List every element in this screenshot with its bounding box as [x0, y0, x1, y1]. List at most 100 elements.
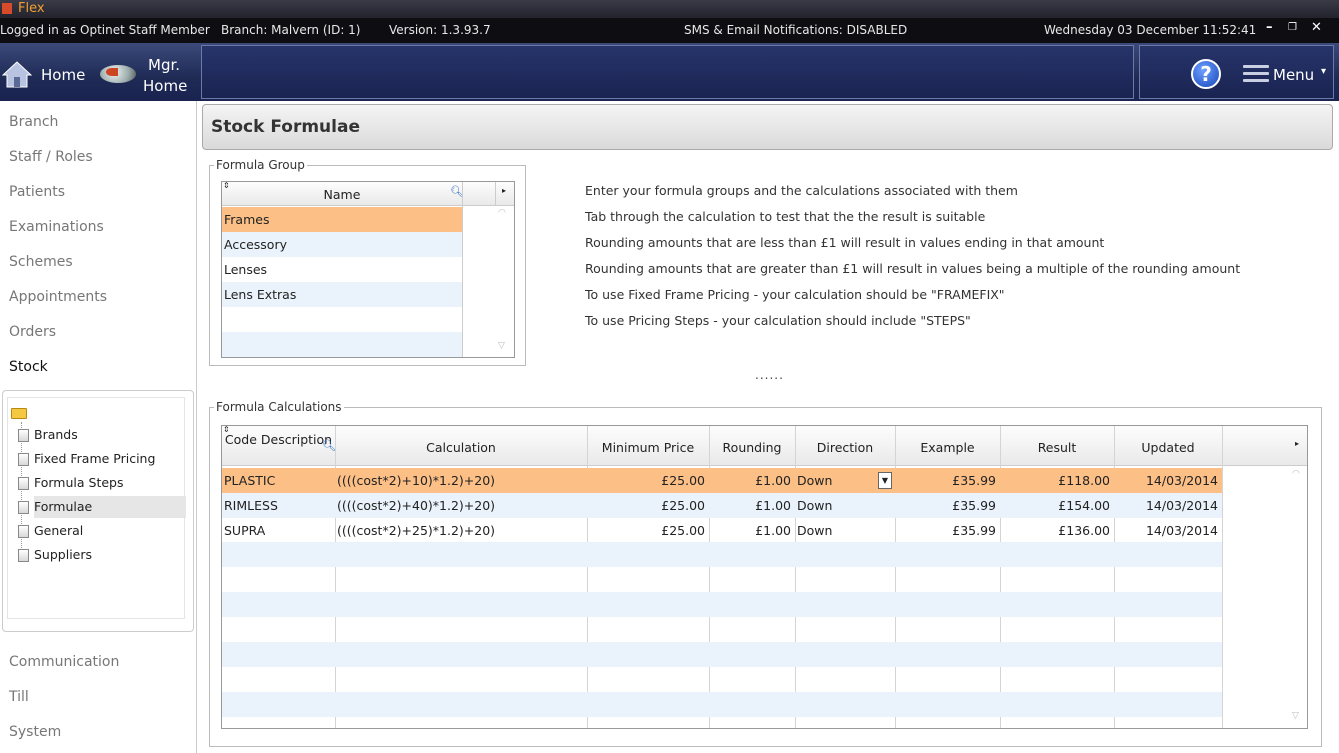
- calculation-cell[interactable]: ((((cost*2)+40)*1.2)+20): [337, 498, 495, 513]
- close-icon[interactable]: ✕: [1311, 20, 1322, 35]
- tree-item-formulae[interactable]: Formulae: [18, 496, 186, 518]
- tree-item-general[interactable]: General: [18, 520, 186, 542]
- sidebar-item-branch[interactable]: Branch: [9, 114, 58, 130]
- updated-header[interactable]: Updated: [1114, 440, 1222, 455]
- example-header[interactable]: Example: [895, 440, 1000, 455]
- sidebar-item-orders[interactable]: Orders: [9, 324, 56, 340]
- scroll-down-icon[interactable]: ▽: [498, 341, 505, 351]
- menu-icon[interactable]: [1237, 62, 1269, 88]
- document-icon: [18, 477, 29, 490]
- example-cell[interactable]: £35.99: [895, 473, 996, 488]
- direction-dropdown-chevron-down-icon[interactable]: ▼: [878, 472, 892, 489]
- list-item-label: Frames: [224, 212, 270, 227]
- splitter-handle[interactable]: ......: [755, 368, 784, 382]
- result-cell: £118.00: [1058, 473, 1110, 488]
- stock-subpanel: Brands Fixed Frame Pricing Formula Steps…: [2, 390, 194, 632]
- sidebar-item-patients[interactable]: Patients: [9, 184, 65, 200]
- direction-cell[interactable]: Down: [797, 473, 832, 488]
- table-row: [222, 642, 1222, 667]
- nav-center-panel: [201, 45, 1134, 99]
- table-row[interactable]: SUPRA ((((cost*2)+25)*1.2)+20) £25.00 £1…: [222, 518, 1222, 543]
- example-cell[interactable]: £35.99: [895, 498, 996, 513]
- tree-item-label: Formula Steps: [34, 475, 124, 490]
- direction-cell[interactable]: Down: [797, 523, 832, 538]
- table-row[interactable]: PLASTIC ((((cost*2)+10)*1.2)+20) £25.00 …: [222, 468, 1222, 493]
- direction-header[interactable]: Direction: [795, 440, 895, 455]
- table-row: [222, 542, 1222, 567]
- document-icon: [18, 549, 29, 562]
- minimum-price-cell[interactable]: £25.00: [587, 473, 705, 488]
- scroll-up-icon[interactable]: ◠: [498, 208, 506, 218]
- tree-item-suppliers[interactable]: Suppliers: [18, 544, 186, 566]
- rounding-cell[interactable]: £1.00: [709, 498, 791, 513]
- app-title: Flex: [18, 1, 45, 16]
- grid-header: ⇕ Code Description 🔍︎ Calculation Minimu…: [222, 426, 1307, 466]
- formula-calculations-panel: Formula Calculations ⇕ Code Description …: [209, 400, 1322, 747]
- name-column-header[interactable]: Name: [222, 187, 462, 202]
- example-cell[interactable]: £35.99: [895, 523, 996, 538]
- code-cell: RIMLESS: [224, 498, 278, 513]
- list-item-label: Lenses: [224, 262, 268, 277]
- sidebar-item-appointments[interactable]: Appointments: [9, 289, 107, 305]
- app-icon: [2, 3, 12, 14]
- list-item[interactable]: Frames: [222, 207, 462, 232]
- sidebar-item-communication[interactable]: Communication: [9, 654, 119, 670]
- rounding-header[interactable]: Rounding: [709, 440, 795, 455]
- scroll-down-icon[interactable]: ▽: [1292, 711, 1299, 721]
- scroll-up-icon[interactable]: ◠: [1292, 469, 1300, 479]
- version-text: Version: 1.3.93.7: [389, 23, 491, 37]
- sidebar-item-till[interactable]: Till: [9, 689, 29, 705]
- result-cell: £154.00: [1058, 498, 1110, 513]
- datetime-text: Wednesday 03 December 11:52:41: [1044, 23, 1257, 37]
- table-row[interactable]: RIMLESS ((((cost*2)+40)*1.2)+20) £25.00 …: [222, 493, 1222, 518]
- minimize-icon[interactable]: –: [1266, 20, 1273, 35]
- updated-cell: 14/03/2014: [1145, 498, 1218, 513]
- page-header: Stock Formulae: [202, 104, 1333, 150]
- list-item: [222, 332, 462, 357]
- info-line: Rounding amounts that are less than £1 w…: [585, 235, 1105, 250]
- code-cell: SUPRA: [224, 523, 266, 538]
- menu-button[interactable]: Menu: [1273, 66, 1314, 84]
- folder-icon: [11, 408, 27, 419]
- page-title: Stock Formulae: [211, 117, 360, 137]
- main-content: Stock Formulae Formula Group ⇕ Name 🔍︎ ▸…: [199, 101, 1339, 753]
- formula-calculations-grid: ⇕ Code Description 🔍︎ Calculation Minimu…: [221, 425, 1308, 729]
- calculation-cell[interactable]: ((((cost*2)+25)*1.2)+20): [337, 523, 495, 538]
- calculation-header[interactable]: Calculation: [335, 440, 587, 455]
- sidebar-item-examinations[interactable]: Examinations: [9, 219, 104, 235]
- mgr-label-2: Home: [143, 77, 188, 95]
- rounding-cell[interactable]: £1.00: [709, 523, 791, 538]
- list-item[interactable]: Lens Extras: [222, 282, 462, 307]
- grid-header: ⇕ Name 🔍︎ ▸: [222, 182, 514, 357]
- formula-group-panel: Formula Group ⇕ Name 🔍︎ ▸ Frames Accesso…: [209, 158, 526, 366]
- home-icon: [2, 61, 32, 88]
- result-header[interactable]: Result: [1000, 440, 1114, 455]
- sidebar-item-schemes[interactable]: Schemes: [9, 254, 73, 270]
- menu-chevron-down-icon[interactable]: ▾: [1321, 66, 1326, 77]
- rounding-cell[interactable]: £1.00: [709, 473, 791, 488]
- list-item[interactable]: Accessory: [222, 232, 462, 257]
- mgr-home-button[interactable]: Mgr. Home: [97, 43, 195, 101]
- sidebar-item-staff-roles[interactable]: Staff / Roles: [9, 149, 93, 165]
- column-chooser-icon[interactable]: ▸: [1295, 439, 1299, 448]
- sidebar-item-system[interactable]: System: [9, 724, 61, 740]
- direction-cell[interactable]: Down: [797, 498, 832, 513]
- home-button[interactable]: Home: [0, 43, 95, 101]
- minimum-price-cell[interactable]: £25.00: [587, 523, 705, 538]
- calculation-cell[interactable]: ((((cost*2)+10)*1.2)+20): [337, 473, 495, 488]
- minimum-price-header[interactable]: Minimum Price: [587, 440, 709, 455]
- tree-item-brands[interactable]: Brands: [18, 424, 186, 446]
- tree-item-fixed-frame-pricing[interactable]: Fixed Frame Pricing: [18, 448, 186, 470]
- sidebar-item-stock[interactable]: Stock: [9, 359, 48, 375]
- info-line: Tab through the calculation to test that…: [585, 209, 986, 224]
- restore-icon[interactable]: ❐: [1288, 22, 1297, 33]
- help-icon[interactable]: ?: [1191, 59, 1221, 89]
- column-chooser-icon[interactable]: ▸: [502, 186, 506, 195]
- branch-text: Branch: Malvern (ID: 1): [221, 23, 361, 37]
- code-description-header[interactable]: Code Description: [222, 432, 335, 448]
- minimum-price-cell[interactable]: £25.00: [587, 498, 705, 513]
- stock-tree: Brands Fixed Frame Pricing Formula Steps…: [7, 397, 186, 619]
- search-icon[interactable]: 🔍︎: [322, 439, 336, 452]
- list-item[interactable]: Lenses: [222, 257, 462, 282]
- tree-item-formula-steps[interactable]: Formula Steps: [18, 472, 186, 494]
